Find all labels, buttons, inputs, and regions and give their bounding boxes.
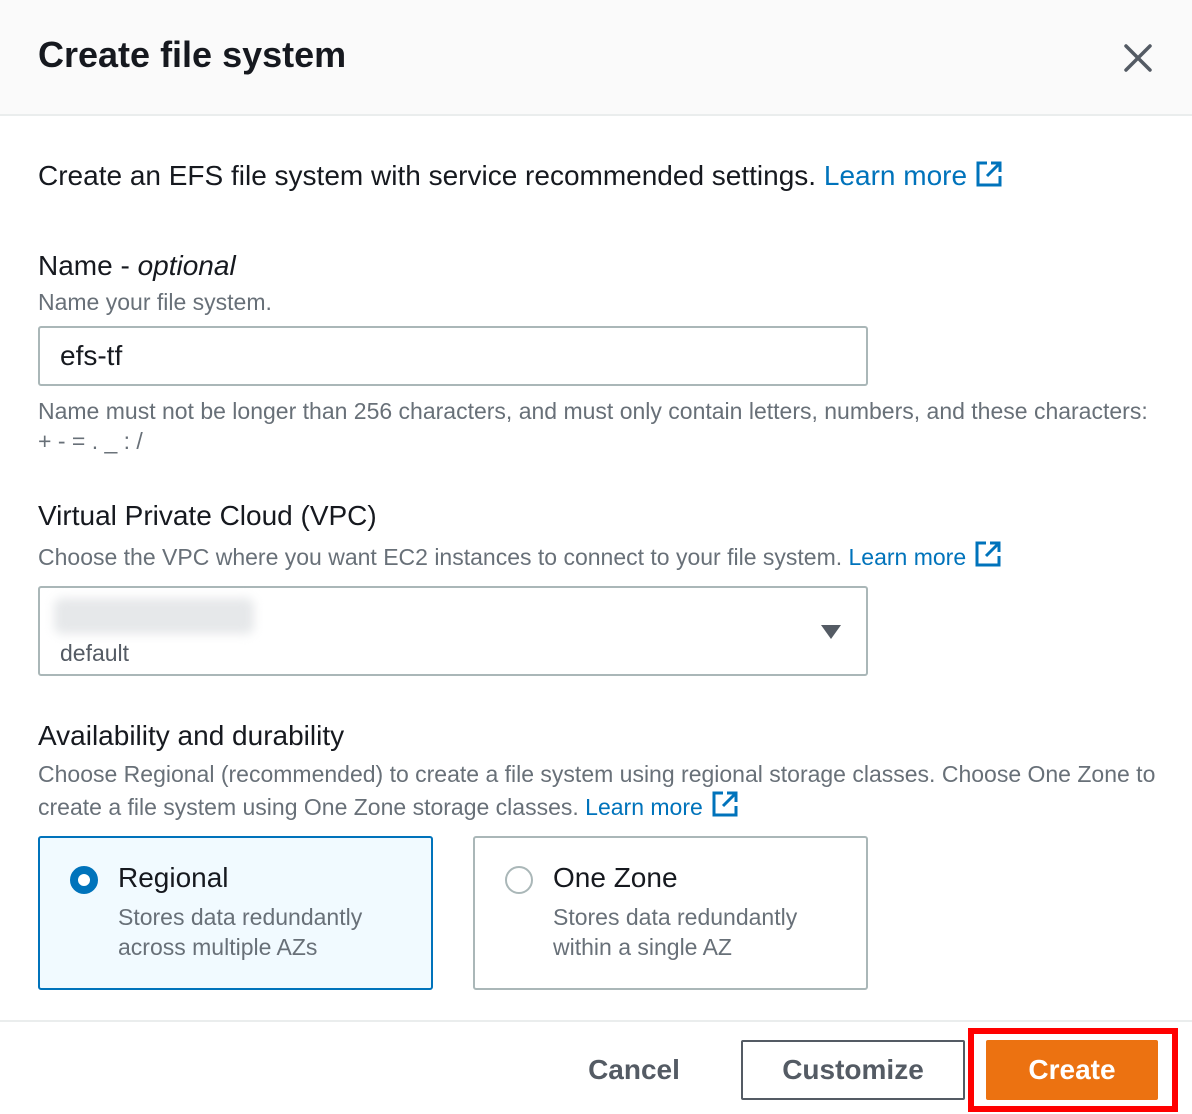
caret-down-icon bbox=[821, 625, 841, 639]
regional-option-title: Regional bbox=[118, 862, 229, 893]
cancel-button[interactable]: Cancel bbox=[575, 1040, 693, 1100]
intro-learn-more-label: Learn more bbox=[823, 160, 968, 191]
availability-description: Choose Regional (recommended) to create … bbox=[38, 758, 1158, 823]
availability-learn-more-link[interactable]: Learn more bbox=[585, 791, 739, 820]
name-field-description: Name your file system. bbox=[38, 289, 272, 315]
one-zone-option-tile[interactable]: One Zone Stores data redundantly within … bbox=[473, 836, 868, 990]
one-zone-option-title: One Zone bbox=[553, 862, 678, 893]
vpc-id-redacted bbox=[54, 598, 254, 634]
vpc-field-description: Choose the VPC where you want EC2 instan… bbox=[38, 540, 1002, 571]
vpc-learn-more-link[interactable]: Learn more bbox=[848, 541, 1003, 570]
modal-header: Create file system bbox=[0, 0, 1192, 116]
external-link-icon bbox=[712, 791, 738, 817]
name-constraint-text: Name must not be longer than 256 charact… bbox=[38, 398, 1148, 454]
name-label-optional: optional bbox=[137, 250, 236, 281]
footer-divider bbox=[0, 1020, 1192, 1022]
regional-option-tile[interactable]: Regional Stores data redundantly across … bbox=[38, 836, 433, 990]
modal-title: Create file system bbox=[38, 34, 347, 75]
vpc-field-label: Virtual Private Cloud (VPC) bbox=[38, 500, 377, 531]
vpc-select-sublabel: default bbox=[60, 640, 130, 666]
intro-text: Create an EFS file system with service r… bbox=[38, 160, 1003, 192]
intro-description: Create an EFS file system with service r… bbox=[38, 160, 817, 191]
external-link-icon bbox=[976, 161, 1002, 187]
name-label-text: Name - bbox=[38, 250, 130, 281]
regional-option-description: Stores data redundantly across multiple … bbox=[118, 904, 363, 960]
vpc-learn-more-label: Learn more bbox=[848, 544, 967, 570]
availability-label: Availability and durability bbox=[38, 720, 345, 751]
vpc-select[interactable]: default bbox=[38, 586, 868, 676]
regional-radio[interactable] bbox=[70, 866, 98, 894]
close-icon bbox=[1124, 44, 1152, 72]
intro-learn-more-link[interactable]: Learn more bbox=[824, 160, 1003, 191]
one-zone-radio[interactable] bbox=[505, 866, 533, 894]
create-button-highlight bbox=[968, 1028, 1178, 1112]
close-button[interactable] bbox=[1116, 36, 1160, 80]
vpc-description-text: Choose the VPC where you want EC2 instan… bbox=[38, 544, 843, 570]
availability-learn-more-label: Learn more bbox=[585, 794, 703, 820]
name-field-label: Name - optional bbox=[38, 250, 236, 282]
customize-button[interactable]: Customize bbox=[741, 1040, 965, 1100]
one-zone-option-description: Stores data redundantly within a single … bbox=[553, 904, 798, 960]
external-link-icon bbox=[975, 541, 1001, 567]
name-input[interactable] bbox=[38, 326, 868, 386]
